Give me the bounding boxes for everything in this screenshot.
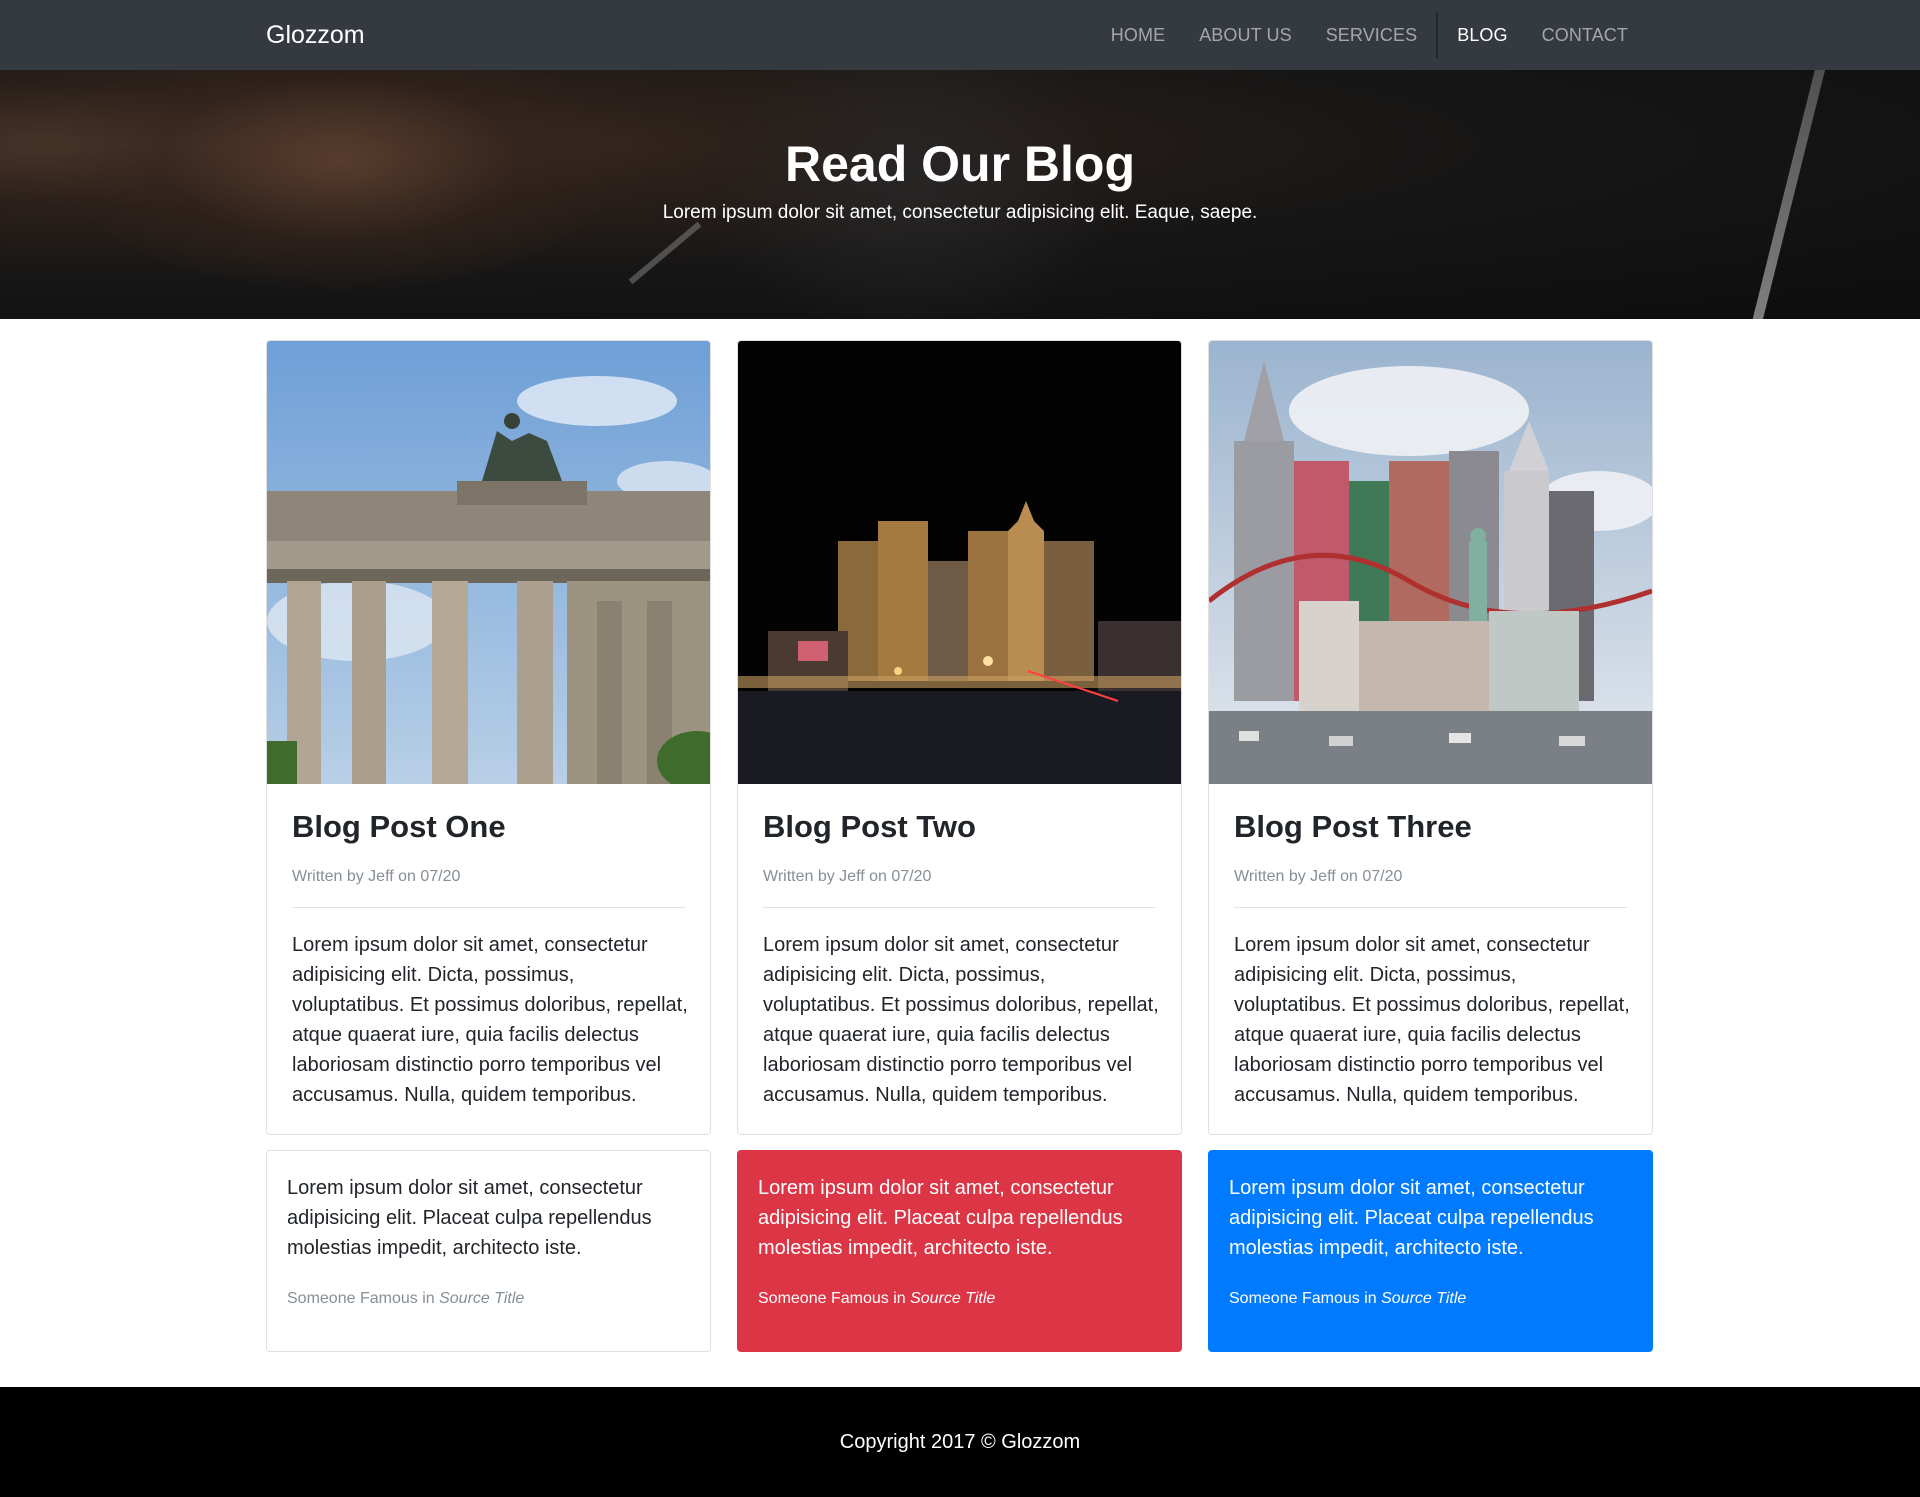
quote-connector: in bbox=[422, 1290, 435, 1307]
quote-card: Lorem ipsum dolor sit amet, consectetur … bbox=[266, 1150, 711, 1352]
nav-menu: HOME ABOUT US SERVICES BLOG CONTACT bbox=[1094, 0, 1645, 70]
quote-card: Lorem ipsum dolor sit amet, consectetur … bbox=[737, 1150, 1182, 1352]
quote-source: Source Title bbox=[1381, 1290, 1467, 1307]
hero-background-streak bbox=[628, 221, 702, 285]
quote-source: Source Title bbox=[910, 1290, 996, 1307]
post-meta: Written by Jeff on 07/20 bbox=[763, 868, 932, 885]
post-excerpt: Lorem ipsum dolor sit amet, consectetur … bbox=[292, 934, 688, 1106]
page-subtitle: Lorem ipsum dolor sit amet, consectetur … bbox=[662, 202, 1258, 223]
quote-footer: Someone Famous in Source Title bbox=[758, 1288, 995, 1310]
quote-text: Lorem ipsum dolor sit amet, consectetur … bbox=[758, 1177, 1123, 1259]
brandenburg-gate-photo bbox=[267, 341, 710, 784]
hero-background-shape bbox=[700, 70, 1120, 319]
quote-card: Lorem ipsum dolor sit amet, consectetur … bbox=[1208, 1150, 1653, 1352]
quote-author: Someone Famous bbox=[287, 1290, 418, 1307]
las-vegas-night-photo bbox=[738, 341, 1181, 784]
blog-post-card: Blog Post Two Written by Jeff on 07/20 L… bbox=[737, 340, 1182, 1135]
post-title[interactable]: Blog Post Two bbox=[763, 807, 976, 847]
post-meta: Written by Jeff on 07/20 bbox=[292, 868, 461, 885]
quote-author: Someone Famous bbox=[1229, 1290, 1360, 1307]
nav-item-blog[interactable]: BLOG bbox=[1440, 0, 1524, 70]
divider bbox=[1234, 907, 1627, 908]
page-footer: Copyright 2017 © Glozzom bbox=[0, 1387, 1920, 1497]
navbar: Glozzom HOME ABOUT US SERVICES BLOG CONT… bbox=[0, 0, 1920, 70]
nav-item-services[interactable]: SERVICES bbox=[1309, 0, 1435, 70]
hero-banner: Read Our Blog Lorem ipsum dolor sit amet… bbox=[0, 70, 1920, 319]
quote-text: Lorem ipsum dolor sit amet, consectetur … bbox=[287, 1177, 652, 1259]
post-excerpt: Lorem ipsum dolor sit amet, consectetur … bbox=[1234, 934, 1630, 1106]
blog-post-card: Blog Post Three Written by Jeff on 07/20… bbox=[1208, 340, 1653, 1135]
page-title: Read Our Blog bbox=[784, 136, 1136, 192]
nav-item-contact[interactable]: CONTACT bbox=[1525, 0, 1645, 70]
copyright-text: Copyright 2017 © Glozzom bbox=[839, 1431, 1081, 1453]
quote-source: Source Title bbox=[439, 1290, 525, 1307]
hero-background-streak bbox=[1741, 70, 1829, 319]
brand-logo[interactable]: Glozzom bbox=[266, 20, 365, 50]
nav-item-home[interactable]: HOME bbox=[1094, 0, 1182, 70]
post-meta: Written by Jeff on 07/20 bbox=[1234, 868, 1403, 885]
quote-footer: Someone Famous in Source Title bbox=[287, 1288, 524, 1310]
quote-text: Lorem ipsum dolor sit amet, consectetur … bbox=[1229, 1177, 1594, 1259]
post-title[interactable]: Blog Post One bbox=[292, 807, 506, 847]
post-excerpt: Lorem ipsum dolor sit amet, consectetur … bbox=[763, 934, 1159, 1106]
blog-post-card: Blog Post One Written by Jeff on 07/20 L… bbox=[266, 340, 711, 1135]
nav-item-about-us[interactable]: ABOUT US bbox=[1182, 0, 1309, 70]
new-york-new-york-casino-photo bbox=[1209, 341, 1652, 784]
quote-author: Someone Famous bbox=[758, 1290, 889, 1307]
quote-connector: in bbox=[893, 1290, 906, 1307]
post-title[interactable]: Blog Post Three bbox=[1234, 807, 1472, 847]
quote-connector: in bbox=[1364, 1290, 1377, 1307]
divider bbox=[763, 907, 1156, 908]
nav-divider bbox=[1436, 12, 1439, 58]
divider bbox=[292, 907, 685, 908]
quote-footer: Someone Famous in Source Title bbox=[1229, 1288, 1466, 1310]
